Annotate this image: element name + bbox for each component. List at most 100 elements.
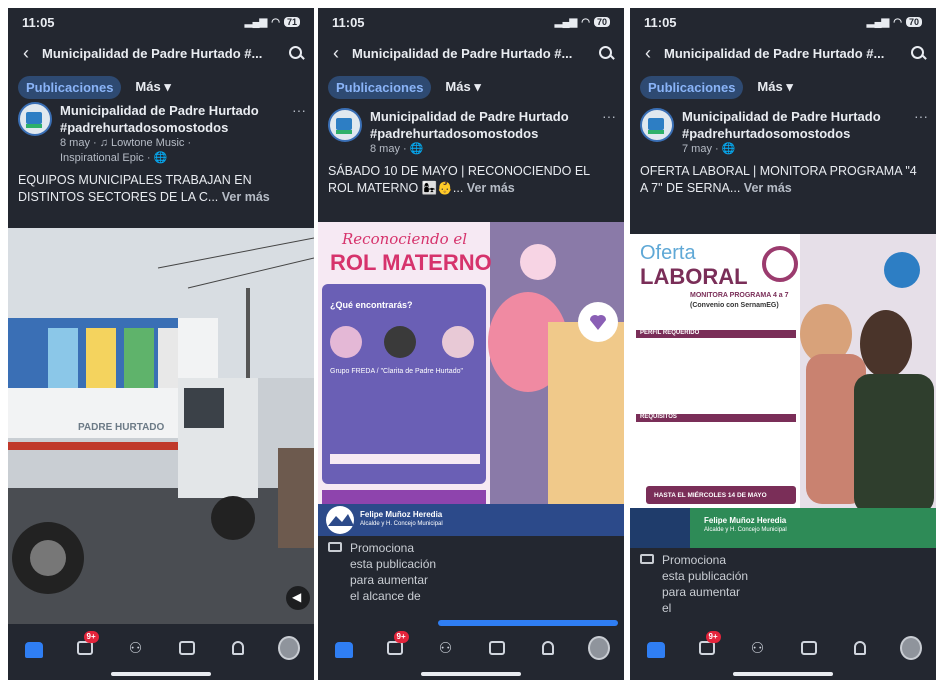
promote-prompt[interactable]: Promociona esta publicación para aumenta…: [640, 552, 750, 616]
page-avatar[interactable]: [328, 108, 362, 142]
back-arrow-icon[interactable]: ‹: [328, 43, 344, 64]
tab-more[interactable]: Más ▾: [445, 79, 480, 95]
home-indicator: [111, 672, 211, 676]
bell-icon: [541, 641, 554, 655]
nav-profile[interactable]: [277, 636, 300, 660]
page-avatar[interactable]: [18, 102, 52, 136]
flyer-footer-role: Alcalde y H. Concejo Municipal: [360, 521, 443, 527]
promote-prompt[interactable]: Promociona esta publicación para aumenta…: [328, 540, 438, 604]
home-indicator: [733, 672, 833, 676]
nav-friends[interactable]: ⚇: [435, 637, 457, 659]
flyer-footer-role: Alcalde y H. Concejo Municipal: [704, 527, 787, 533]
post-author-hashtag[interactable]: #padrehurtadosomostodos: [682, 125, 926, 142]
flyer-requisitos-heading: REQUISITOS: [640, 414, 677, 420]
nav-video[interactable]: 9+: [384, 631, 409, 659]
post-author[interactable]: Municipalidad de Padre Hurtado: [682, 108, 926, 125]
post-caption: OFERTA LABORAL | MONITORA PROGRAMA "4 A …: [630, 157, 936, 203]
tab-publicaciones[interactable]: Publicaciones: [640, 75, 744, 99]
search-icon[interactable]: [910, 45, 926, 61]
nav-profile[interactable]: [899, 636, 922, 660]
video-icon: [698, 641, 715, 655]
flyer-footer-name: Felipe Muñoz Heredia: [704, 516, 787, 525]
page-title: Municipalidad de Padre Hurtado #...: [664, 45, 885, 61]
post-author[interactable]: Municipalidad de Padre Hurtado: [60, 102, 304, 119]
nav-home[interactable]: [23, 637, 45, 659]
profile-avatar-icon: [277, 636, 300, 660]
flyer-perfil-heading: PERFIL REQUERIDO: [640, 330, 700, 336]
battery-level: 70: [905, 17, 922, 27]
home-icon: [334, 642, 353, 658]
flyer-title: LABORAL: [640, 264, 748, 289]
promote-text: Promociona esta publicación para aumenta…: [662, 553, 749, 615]
nav-notifications[interactable]: [227, 637, 249, 659]
nav-marketplace[interactable]: [486, 637, 508, 659]
more-options-icon[interactable]: ···: [602, 108, 616, 124]
signal-icon: ▂▄▆: [866, 16, 890, 28]
nav-home[interactable]: [645, 637, 667, 659]
more-options-icon[interactable]: ···: [914, 108, 928, 124]
nav-video[interactable]: 9+: [74, 631, 99, 659]
flyer-title: ROL MATERNO: [330, 250, 492, 275]
post-image[interactable]: Oferta LABORAL MONITORA PROGRAMA 4 a 7 (…: [630, 234, 936, 548]
marketplace-icon: [488, 641, 505, 655]
status-icons: ▂▄▆ ◠ 70: [555, 17, 610, 28]
page-avatar[interactable]: [640, 108, 674, 142]
wifi-icon: ◠: [271, 16, 280, 28]
post-author-hashtag[interactable]: #padrehurtadosomostodos: [60, 119, 304, 136]
search-icon[interactable]: [598, 45, 614, 61]
tab-publicaciones[interactable]: Publicaciones: [18, 75, 122, 99]
home-icon: [646, 642, 665, 658]
see-more-link[interactable]: Ver más: [744, 181, 792, 195]
video-icon: [386, 641, 403, 655]
nav-marketplace[interactable]: [798, 637, 820, 659]
tab-more[interactable]: Más ▾: [135, 79, 170, 95]
page-header: ‹ Municipalidad de Padre Hurtado #...: [630, 36, 936, 70]
status-time: 11:05: [22, 14, 55, 30]
mute-icon[interactable]: ◀: [292, 590, 301, 604]
see-more-link[interactable]: Ver más: [467, 181, 515, 195]
post-image[interactable]: Reconociendo el ROL MATERNO ¿Qué encontr…: [318, 222, 624, 536]
tab-publicaciones[interactable]: Publicaciones: [328, 75, 432, 99]
notification-badge: 9+: [705, 631, 721, 643]
more-options-icon[interactable]: ···: [292, 102, 306, 118]
nav-marketplace[interactable]: [176, 637, 198, 659]
flyer-footer-name: Felipe Muñoz Heredia: [360, 510, 443, 519]
flyer-title-light: Oferta: [640, 242, 696, 264]
notification-badge: 9+: [393, 631, 409, 643]
nav-home[interactable]: [333, 637, 355, 659]
nav-notifications[interactable]: [849, 637, 871, 659]
page-tabs: Publicaciones Más ▾: [318, 70, 624, 104]
friends-icon: ⚇: [750, 640, 765, 657]
flyer-section-title: ¿Qué encontrarás?: [330, 300, 413, 310]
page-tabs: Publicaciones Más ▾: [630, 70, 936, 104]
nav-friends[interactable]: ⚇: [747, 637, 769, 659]
status-bar: 11:05 ▂▄▆ ◠ 71: [8, 8, 314, 36]
tab-more[interactable]: Más ▾: [757, 79, 792, 95]
status-icons: ▂▄▆ ◠ 71: [245, 17, 300, 28]
post-video[interactable]: PADRE HURTADO ◀: [8, 228, 314, 624]
back-arrow-icon[interactable]: ‹: [18, 43, 34, 64]
post-caption: SÁBADO 10 DE MAYO | RECONOCIENDO EL ROL …: [318, 157, 624, 203]
home-indicator: [421, 672, 521, 676]
see-more-link[interactable]: Ver más: [222, 190, 270, 204]
promote-text: Promociona esta publicación para aumenta…: [350, 541, 437, 603]
phone-screen-1: 11:05 ▂▄▆ ◠ 71 ‹ Municipalidad de Padre …: [8, 8, 314, 680]
phone-screen-2: 11:05 ▂▄▆ ◠ 70 ‹ Municipalidad de Padre …: [318, 8, 624, 680]
post-author-hashtag[interactable]: #padrehurtadosomostodos: [370, 125, 614, 142]
flyer-subtitle-2: (Convenio con SernamEG): [690, 302, 779, 309]
nav-friends[interactable]: ⚇: [125, 637, 147, 659]
post-author[interactable]: Municipalidad de Padre Hurtado: [370, 108, 614, 125]
post-meta-music: Inspirational Epic · 🌐: [60, 152, 168, 164]
status-time: 11:05: [644, 14, 677, 30]
megaphone-icon: [640, 554, 654, 564]
nav-profile[interactable]: [587, 636, 610, 660]
signal-icon: ▂▄▆: [244, 16, 268, 28]
nav-video[interactable]: 9+: [696, 631, 721, 659]
back-arrow-icon[interactable]: ‹: [640, 43, 656, 64]
nav-notifications[interactable]: [537, 637, 559, 659]
flyer-title-script: Reconociendo el: [342, 230, 468, 248]
flyer-group-text: Grupo FREDA / "Clarita de Padre Hurtado": [330, 368, 463, 375]
post-caption: EQUIPOS MUNICIPALES TRABAJAN EN DISTINTO…: [8, 166, 314, 212]
search-icon[interactable]: [288, 45, 304, 61]
page-header: ‹ Municipalidad de Padre Hurtado #...: [318, 36, 624, 70]
